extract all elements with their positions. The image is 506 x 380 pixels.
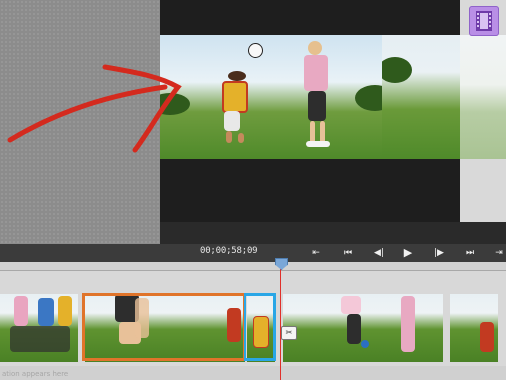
step-forward-large-button[interactable]: ⏭: [461, 244, 479, 262]
timeline-clip[interactable]: [283, 294, 443, 362]
tree-shape: [382, 57, 412, 83]
clip-figure: [58, 296, 72, 326]
video-frame: [160, 35, 382, 159]
clip-figure: [14, 296, 28, 326]
selected-clip-outline[interactable]: [82, 293, 246, 361]
step-back-frame-button[interactable]: ◀|: [370, 244, 388, 262]
clip-figure: [347, 314, 361, 344]
go-to-in-point-button[interactable]: ⇤: [307, 244, 325, 262]
child-leg: [226, 131, 232, 143]
clip-figure: [480, 322, 494, 352]
boy-leg: [320, 121, 325, 143]
child-head: [228, 71, 246, 81]
tree-shape: [355, 85, 382, 111]
timeline-clip[interactable]: [0, 294, 78, 362]
clip-figure: [341, 296, 361, 314]
timeline-footer: [0, 366, 506, 380]
soccer-ball: [248, 43, 263, 58]
step-back-large-button[interactable]: ⏮: [339, 244, 357, 262]
play-button[interactable]: ▶: [399, 244, 417, 262]
trim-handle[interactable]: [244, 293, 276, 361]
status-text: ation appears here: [2, 370, 69, 378]
video-frame-next: [382, 35, 460, 159]
boy-leg: [310, 121, 315, 143]
timeline-clip[interactable]: [450, 294, 498, 362]
child-leg: [238, 133, 244, 143]
boy-shoes: [306, 141, 330, 147]
step-forward-frame-button[interactable]: |▶: [430, 244, 448, 262]
film-icon[interactable]: [469, 6, 499, 36]
monitor-footer: [160, 222, 506, 244]
scissors-icon[interactable]: ✂: [281, 326, 297, 340]
go-to-out-point-button[interactable]: ⇥: [490, 244, 506, 262]
boy-shirt: [304, 55, 328, 91]
timecode: 00;00;58;09: [200, 246, 258, 256]
playhead-line: [280, 262, 281, 380]
boy-shorts: [308, 91, 326, 121]
clip-figure: [401, 296, 415, 352]
timeline-ruler[interactable]: [0, 262, 506, 271]
annotation-arrow: [7, 64, 182, 153]
clip-ball: [361, 340, 369, 348]
child-legs: [224, 111, 240, 131]
child-body: [222, 81, 248, 113]
video-frame-ghost: [460, 35, 506, 159]
boy-head: [308, 41, 322, 55]
clip-figure: [38, 298, 54, 326]
clip-figure: [10, 326, 70, 352]
